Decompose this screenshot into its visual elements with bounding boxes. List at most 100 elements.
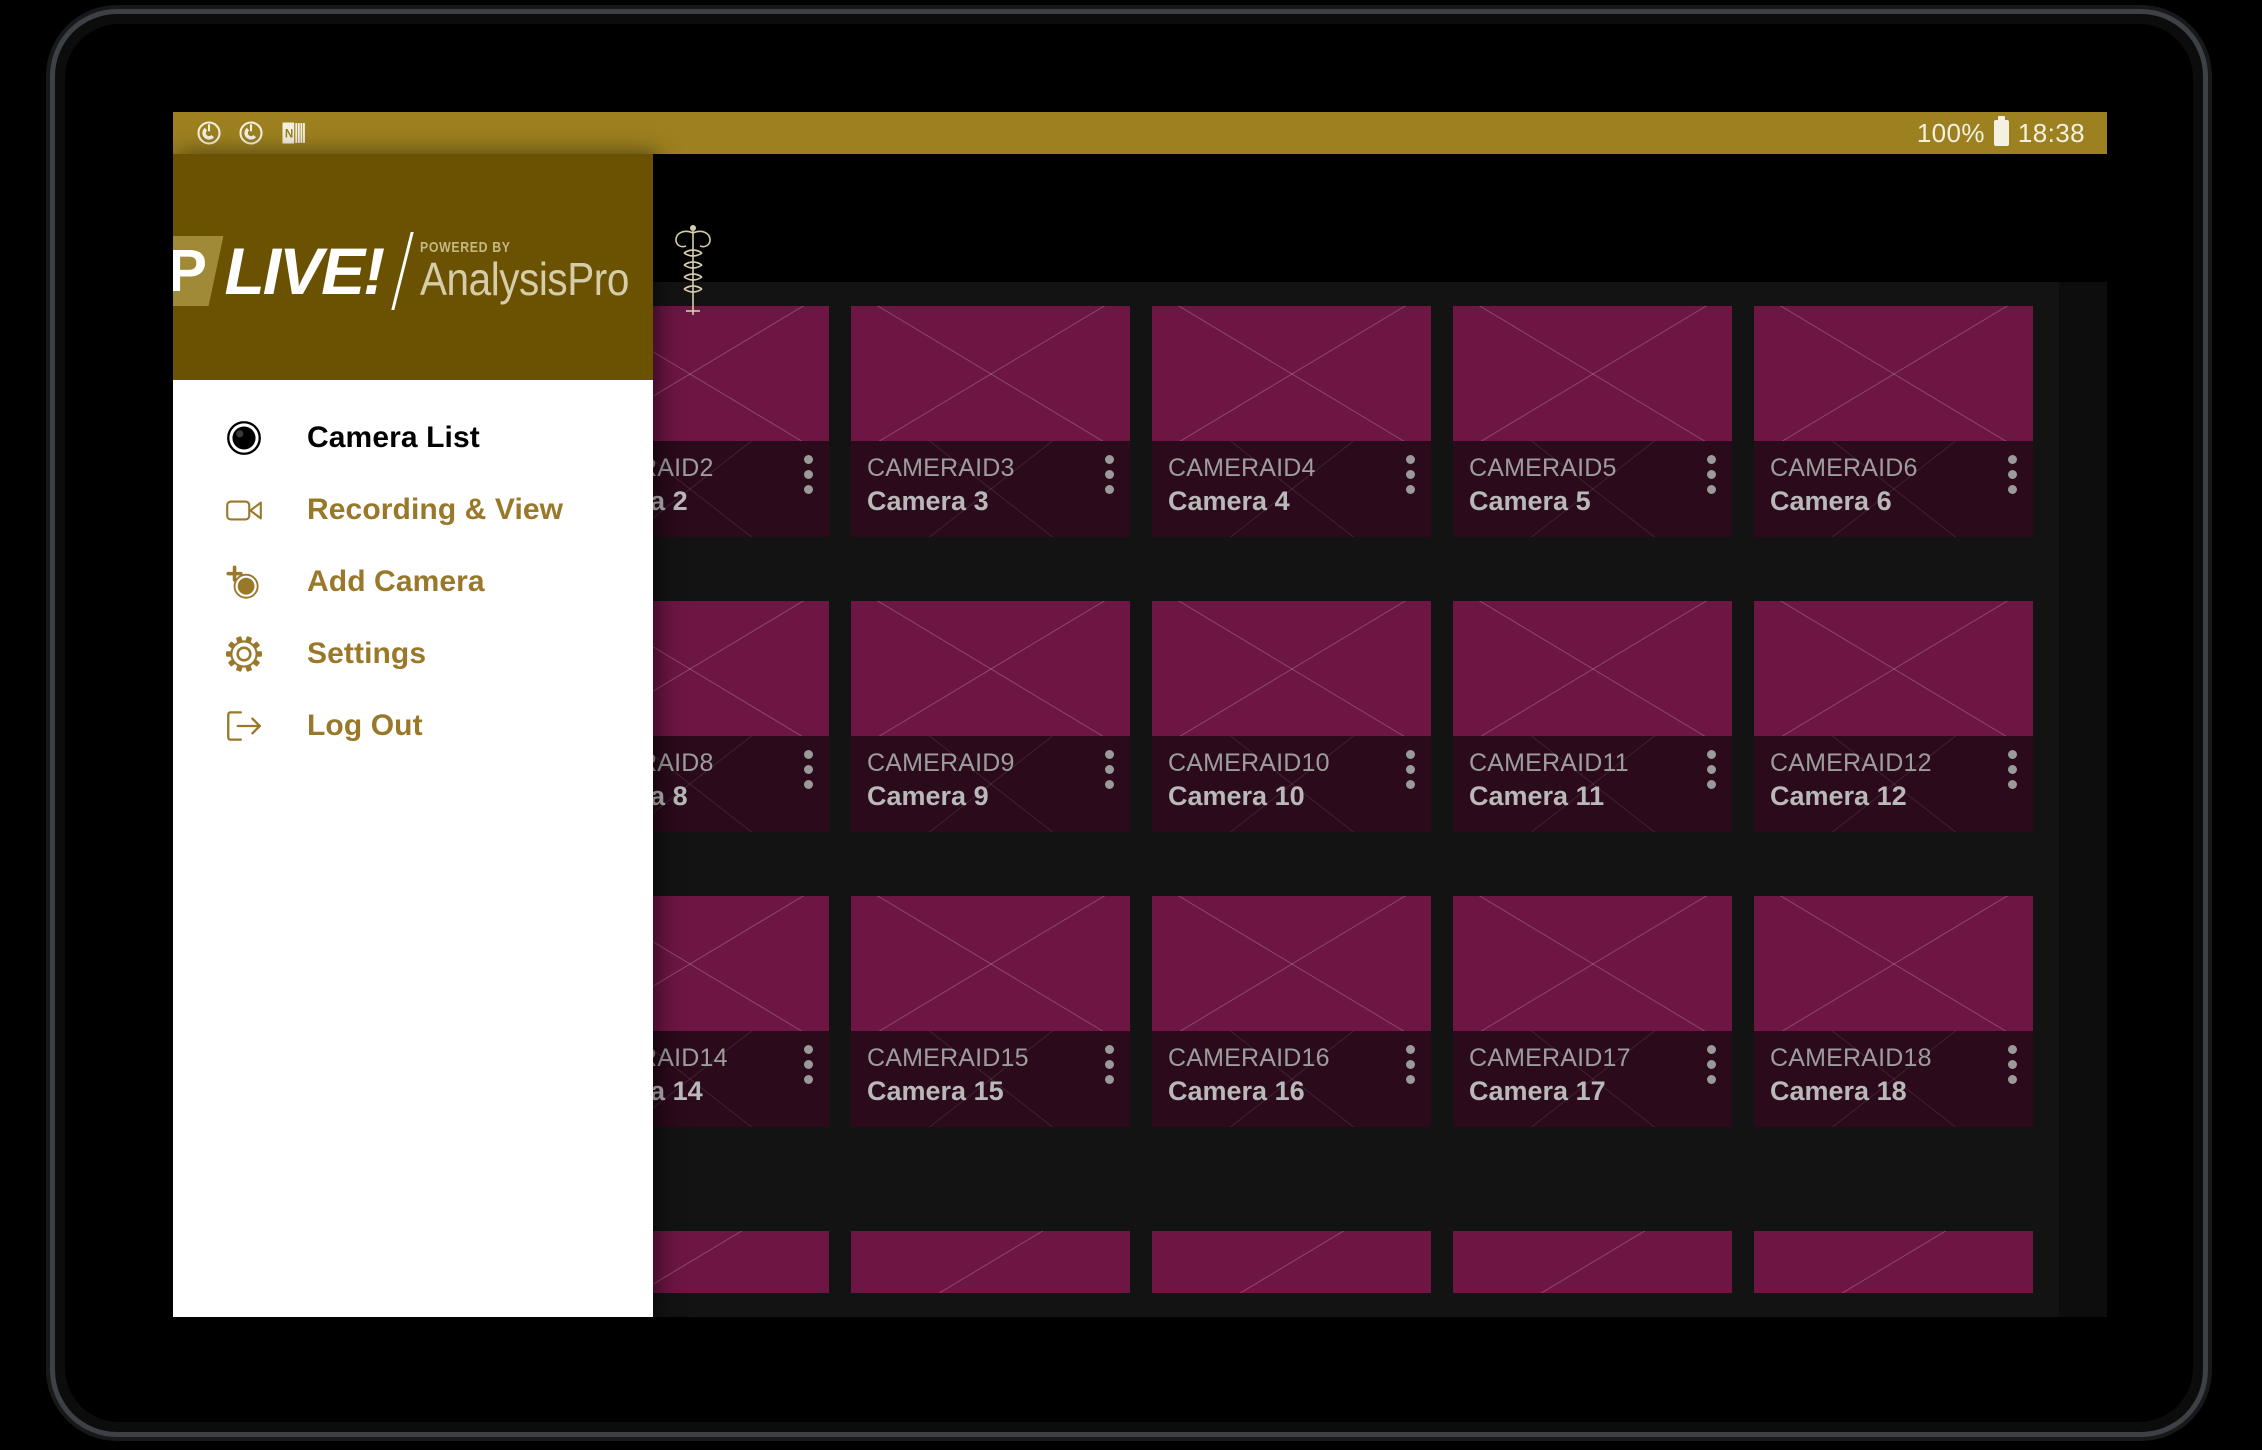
camera-card[interactable]: CAMERAID9 Camera 9 xyxy=(851,601,1130,832)
camera-card-meta: CAMERAID3 Camera 3 xyxy=(851,441,1130,537)
drawer-item-camera-list[interactable]: Camera List xyxy=(173,402,653,474)
screenshot-root: N 100% 18:38 CAMERAID1Camera 1CA xyxy=(0,0,2262,1450)
camera-id-label: CAMERAID5 xyxy=(1469,454,1617,482)
drawer-header: AP LIVE! POWERED BY AnalysisPro xyxy=(173,154,711,380)
app-screen: N 100% 18:38 CAMERAID1Camera 1CA xyxy=(173,112,2107,1317)
more-vertical-icon[interactable] xyxy=(1706,1045,1716,1084)
camera-card-meta: CAMERAID17 Camera 17 xyxy=(1453,1031,1732,1127)
status-bar: N 100% 18:38 xyxy=(173,112,2107,154)
drawer-item-recording-view[interactable]: Recording & View xyxy=(173,474,653,546)
add-camera-icon xyxy=(226,565,259,599)
more-vertical-icon[interactable] xyxy=(803,750,813,789)
camera-thumbnail-placeholder xyxy=(1754,601,2033,736)
more-vertical-icon[interactable] xyxy=(1104,455,1114,494)
video-camera-icon xyxy=(226,500,262,521)
camera-id-label: CAMERAID16 xyxy=(1168,1044,1330,1072)
logo-divider xyxy=(391,232,414,310)
status-bar-left-icons: N xyxy=(195,119,307,147)
drawer-item-log-out[interactable]: Log Out xyxy=(173,690,653,762)
more-vertical-icon[interactable] xyxy=(2007,1045,2017,1084)
more-vertical-icon[interactable] xyxy=(803,455,813,494)
drawer-item-label: Add Camera xyxy=(307,565,485,598)
camera-id-label: CAMERAID9 xyxy=(867,749,1015,777)
drawer-item-label: Log Out xyxy=(307,709,423,742)
camera-card[interactable]: CAMERAID12 Camera 12 xyxy=(1754,601,2033,832)
camera-lens-icon xyxy=(227,421,261,455)
camera-card[interactable]: CAMERAID5 Camera 5 xyxy=(1453,306,1732,537)
camera-thumbnail-placeholder xyxy=(851,306,1130,441)
camera-card[interactable]: CAMERAID4 Camera 4 xyxy=(1152,306,1431,537)
camera-name-label: Camera 15 xyxy=(867,1076,1004,1106)
camera-card[interactable]: CAMERAID11 Camera 11 xyxy=(1453,601,1732,832)
more-vertical-icon[interactable] xyxy=(1405,1045,1415,1084)
camera-card-meta: CAMERAID9 Camera 9 xyxy=(851,736,1130,832)
gear-icon-wrap xyxy=(221,631,267,677)
caduceus-icon xyxy=(674,225,711,315)
camera-thumbnail-placeholder xyxy=(1453,306,1732,441)
camera-name-label: Camera 12 xyxy=(1770,781,1907,811)
camera-card[interactable]: CAMERAID18 Camera 18 xyxy=(1754,896,2033,1127)
camera-card-meta: CAMERAID4 Camera 4 xyxy=(1152,441,1431,537)
camera-card[interactable]: CAMERAID6 Camera 6 xyxy=(1754,306,2033,537)
gear-icon xyxy=(226,636,262,672)
camera-card-meta: CAMERAID11 Camera 11 xyxy=(1453,736,1732,832)
camera-card-meta: CAMERAID6 Camera 6 xyxy=(1754,441,2033,537)
video-camera-icon-wrap xyxy=(221,487,267,533)
onenote-icon: N xyxy=(282,122,305,144)
camera-id-label: CAMERAID17 xyxy=(1469,1044,1631,1072)
camera-thumbnail-placeholder xyxy=(1453,601,1732,736)
logout-arrow-icon xyxy=(227,711,261,741)
camera-name-label: Camera 5 xyxy=(1469,486,1591,516)
camera-name-label: Camera 16 xyxy=(1168,1076,1305,1106)
more-vertical-icon[interactable] xyxy=(1706,750,1716,789)
app-logo: AP LIVE! POWERED BY AnalysisPro xyxy=(173,223,716,319)
camera-card[interactable]: CAMERAID3 Camera 3 xyxy=(851,306,1130,537)
drawer-item-label: Settings xyxy=(307,637,427,670)
camera-card[interactable]: CAMERAID15 Camera 15 xyxy=(851,896,1130,1127)
navigation-drawer[interactable]: AP LIVE! POWERED BY AnalysisPro Camera L… xyxy=(173,154,711,1317)
logout-arrow-icon-wrap xyxy=(221,703,267,749)
camera-id-label: CAMERAID4 xyxy=(1168,454,1316,482)
more-vertical-icon[interactable] xyxy=(1104,750,1114,789)
camera-name-label: Camera 18 xyxy=(1770,1076,1907,1106)
camera-name-label: Camera 3 xyxy=(867,486,989,516)
camera-thumbnail-placeholder xyxy=(1754,306,2033,441)
camera-card-meta: CAMERAID10 Camera 10 xyxy=(1152,736,1431,832)
camera-id-label: CAMERAID15 xyxy=(867,1044,1029,1072)
camera-card-meta: CAMERAID5 Camera 5 xyxy=(1453,441,1732,537)
camera-card-meta: CAMERAID15 Camera 15 xyxy=(851,1031,1130,1127)
camera-id-label: CAMERAID11 xyxy=(1469,749,1629,777)
camera-card[interactable]: CAMERAID17 Camera 17 xyxy=(1453,896,1732,1127)
camera-id-label: CAMERAID10 xyxy=(1168,749,1330,777)
clock-label: 18:38 xyxy=(2017,117,2085,148)
more-vertical-icon[interactable] xyxy=(1405,455,1415,494)
camera-card-meta: CAMERAID16 Camera 16 xyxy=(1152,1031,1431,1127)
add-camera-icon-wrap xyxy=(221,559,267,605)
drawer-item-add-camera[interactable]: Add Camera xyxy=(173,546,653,618)
battery-full-icon xyxy=(1993,116,2009,146)
more-vertical-icon[interactable] xyxy=(803,1045,813,1084)
camera-id-label: CAMERAID12 xyxy=(1770,749,1932,777)
sync-circle-icon xyxy=(239,121,263,145)
more-vertical-icon[interactable] xyxy=(1405,750,1415,789)
drawer-item-settings[interactable]: Settings xyxy=(173,618,653,690)
camera-thumbnail-placeholder xyxy=(1152,306,1431,441)
camera-thumbnail-placeholder xyxy=(851,896,1130,1031)
camera-name-label: Camera 10 xyxy=(1168,781,1305,811)
camera-id-label: CAMERAID3 xyxy=(867,454,1015,482)
camera-thumbnail-placeholder xyxy=(851,601,1130,736)
logo-ap-text: AP xyxy=(173,238,207,304)
logo-live-text: LIVE! xyxy=(224,234,385,308)
camera-card-meta: CAMERAID12 Camera 12 xyxy=(1754,736,2033,832)
camera-id-label: CAMERAID6 xyxy=(1770,454,1918,482)
drawer-menu: Camera List Recording & View Add Camera Set… xyxy=(173,380,653,762)
camera-card[interactable]: CAMERAID10 Camera 10 xyxy=(1152,601,1431,832)
more-vertical-icon[interactable] xyxy=(1706,455,1716,494)
status-bar-right: 100% 18:38 xyxy=(1917,116,2085,149)
sync-circle-icon xyxy=(197,121,221,145)
more-vertical-icon[interactable] xyxy=(2007,750,2017,789)
more-vertical-icon[interactable] xyxy=(1104,1045,1114,1084)
more-vertical-icon[interactable] xyxy=(2007,455,2017,494)
camera-card[interactable]: CAMERAID16 Camera 16 xyxy=(1152,896,1431,1127)
drawer-item-label: Camera List xyxy=(307,421,480,454)
